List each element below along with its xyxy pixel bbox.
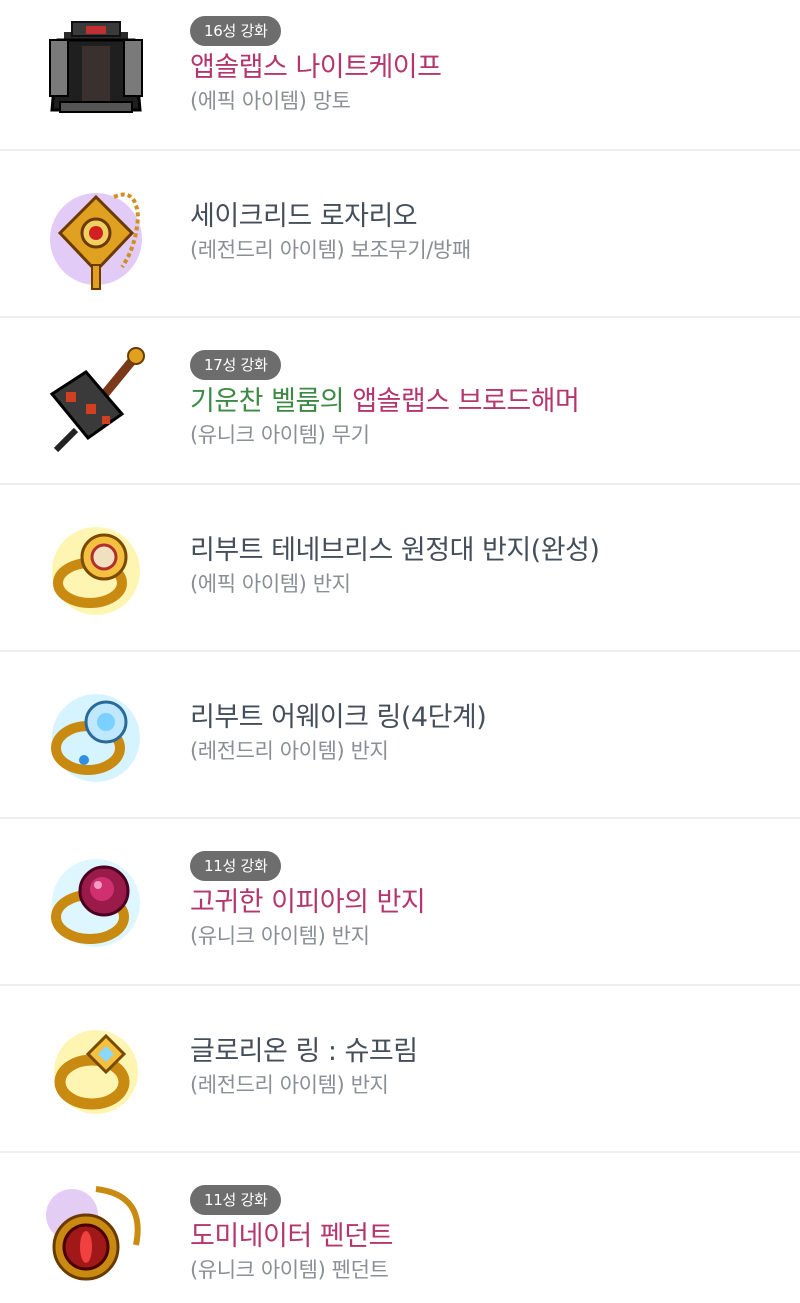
list-item[interactable]: 11성 강화 도미네이터 펜던트 (유니크 아이템) 펜던트 <box>0 1153 800 1303</box>
enhance-badge: 11성 강화 <box>190 1185 282 1215</box>
item-type: (레전드리 아이템) 반지 <box>190 1073 389 1097</box>
item-name: 기운찬 벨룸의 앱솔랩스 브로드해머 <box>190 384 790 420</box>
ring-icon <box>36 509 156 629</box>
hammer-icon <box>36 342 156 462</box>
item-list: 16성 강화 앱솔랩스 나이트케이프 (에픽 아이템) 망토 세이크리드 로자리… <box>0 0 800 1303</box>
item-type: (에픽 아이템) 망토 <box>190 89 351 113</box>
item-name-part: 기운찬 벨룸의 <box>190 386 353 417</box>
ring-icon <box>36 843 156 963</box>
item-name-part: 리부트 어웨이크 링(4단계) <box>190 702 487 733</box>
item-type: (에픽 아이템) 반지 <box>190 572 351 596</box>
item-name-part: 고귀한 이피아의 반지 <box>190 887 426 918</box>
enhance-badge: 17성 강화 <box>190 350 282 380</box>
item-type: (레전드리 아이템) 보조무기/방패 <box>190 238 471 262</box>
list-item[interactable]: 글로리온 링 : 슈프림 (레전드리 아이템) 반지 <box>0 986 800 1153</box>
list-item[interactable]: 리부트 어웨이크 링(4단계) (레전드리 아이템) 반지 <box>0 652 800 819</box>
item-type: (유니크 아이템) 반지 <box>190 924 370 948</box>
item-name-part: 리부트 테네브리스 원정대 반지(완성) <box>190 535 600 566</box>
enhance-badge: 16성 강화 <box>190 16 282 46</box>
item-name: 앱솔랩스 나이트케이프 <box>190 50 790 86</box>
enhance-badge: 11성 강화 <box>190 851 282 881</box>
item-name-part: 도미네이터 펜던트 <box>190 1221 393 1252</box>
item-name: 리부트 테네브리스 원정대 반지(완성) <box>190 533 790 569</box>
item-name-part: 앱솔랩스 나이트케이프 <box>190 52 442 83</box>
ring-icon <box>36 676 156 796</box>
item-name: 글로리온 링 : 슈프림 <box>190 1034 790 1070</box>
item-name-part: 글로리온 링 : 슈프림 <box>190 1036 418 1067</box>
item-name: 리부트 어웨이크 링(4단계) <box>190 700 790 736</box>
list-item[interactable]: 리부트 테네브리스 원정대 반지(완성) (에픽 아이템) 반지 <box>0 485 800 652</box>
list-item[interactable]: 11성 강화 고귀한 이피아의 반지 (유니크 아이템) 반지 <box>0 819 800 986</box>
item-name: 고귀한 이피아의 반지 <box>190 885 790 921</box>
item-name: 도미네이터 펜던트 <box>190 1219 790 1255</box>
item-name-part: 세이크리드 로자리오 <box>190 201 418 232</box>
item-type: (레전드리 아이템) 반지 <box>190 739 389 763</box>
list-item[interactable]: 세이크리드 로자리오 (레전드리 아이템) 보조무기/방패 <box>0 151 800 318</box>
rosary-icon <box>36 177 156 297</box>
item-type: (유니크 아이템) 무기 <box>190 423 370 447</box>
list-item[interactable]: 16성 강화 앱솔랩스 나이트케이프 (에픽 아이템) 망토 <box>0 0 800 151</box>
list-item[interactable]: 17성 강화 기운찬 벨룸의 앱솔랩스 브로드해머 (유니크 아이템) 무기 <box>0 318 800 485</box>
pendant-icon <box>36 1175 156 1295</box>
item-type: (유니크 아이템) 펜던트 <box>190 1258 389 1282</box>
item-name-part: 앱솔랩스 브로드해머 <box>352 386 580 417</box>
cape-icon <box>36 10 156 130</box>
ring-icon <box>36 1010 156 1130</box>
item-name: 세이크리드 로자리오 <box>190 199 790 235</box>
